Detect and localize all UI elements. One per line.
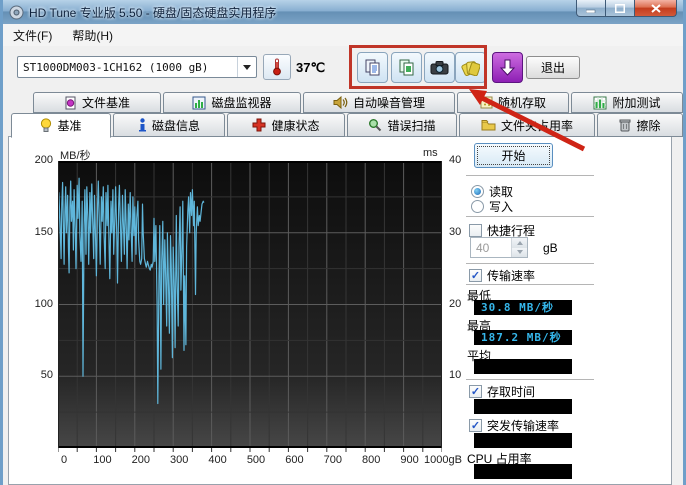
stepper-down-icon[interactable] bbox=[512, 248, 527, 258]
checkbox-checked-icon: ✓ bbox=[469, 269, 482, 282]
cpu-usage-display bbox=[474, 464, 572, 479]
menu-file[interactable]: 文件(F) bbox=[3, 24, 62, 47]
folder-icon bbox=[481, 119, 496, 131]
chevron-down-icon bbox=[237, 57, 256, 77]
update-button[interactable] bbox=[492, 52, 523, 83]
download-arrow-icon bbox=[500, 59, 515, 76]
tab-erase[interactable]: 擦除 bbox=[597, 113, 683, 137]
axis-tick-label: 30 bbox=[449, 226, 461, 238]
stepper-value: 40 bbox=[471, 238, 511, 257]
tab-random-access[interactable]: 随机存取 bbox=[457, 92, 569, 113]
stepper-up-icon[interactable] bbox=[512, 238, 527, 248]
temperature-value: 37℃ bbox=[296, 60, 325, 76]
tab-noise-management[interactable]: 自动噪音管理 bbox=[303, 92, 455, 113]
red-cross-icon bbox=[252, 118, 266, 132]
thermometer-icon bbox=[272, 58, 282, 76]
axis-tick-label: 150 bbox=[21, 226, 53, 238]
title-bar[interactable]: HD Tune 专业版 5.50 - 硬盘/固态硬盘实用程序 bbox=[3, 0, 683, 24]
minimize-button[interactable] bbox=[576, 0, 606, 17]
highlight-box bbox=[349, 45, 487, 89]
short-stroke-stepper[interactable]: 40 bbox=[470, 237, 528, 258]
axis-tick-label: 100 bbox=[21, 298, 53, 310]
tab-row-secondary: 文件基准 磁盘监视器 自动噪音管理 随机存取 附加测试 bbox=[33, 92, 683, 113]
window-title: HD Tune 专业版 5.50 - 硬盘/固态硬盘实用程序 bbox=[29, 4, 276, 21]
tab-error-scan[interactable]: 错误扫描 bbox=[347, 113, 457, 137]
drive-select[interactable]: ST1000DM003-1CH162 (1000 gB) bbox=[17, 56, 257, 78]
transfer-rate-label: 传输速率 bbox=[487, 267, 535, 284]
tab-label: 自动噪音管理 bbox=[353, 94, 425, 111]
checkbox-checked-icon: ✓ bbox=[469, 419, 482, 432]
axis-tick-label: 50 bbox=[21, 369, 53, 381]
tab-folder-usage[interactable]: 文件夹占用率 bbox=[459, 113, 595, 137]
gauge-icon bbox=[40, 118, 52, 133]
access-time-label: 存取时间 bbox=[487, 383, 535, 400]
tab-disk-info[interactable]: 磁盘信息 bbox=[113, 113, 225, 137]
tab-label: 健康状态 bbox=[271, 117, 319, 134]
burst-rate-label: 突发传输速率 bbox=[487, 417, 559, 434]
drive-select-value: ST1000DM003-1CH162 (1000 gB) bbox=[18, 61, 237, 74]
close-button[interactable] bbox=[635, 0, 677, 17]
write-radio-label: 写入 bbox=[489, 198, 513, 215]
bar-chart-icon bbox=[192, 96, 206, 110]
tab-benchmark[interactable]: 基准 bbox=[11, 113, 111, 138]
axis-tick-label: 1000gB bbox=[424, 454, 472, 466]
avg-value-display bbox=[474, 359, 572, 374]
app-window: HD Tune 专业版 5.50 - 硬盘/固态硬盘实用程序 文件(F) 帮助(… bbox=[0, 0, 686, 485]
maximize-button[interactable] bbox=[606, 0, 635, 17]
benchmark-chart bbox=[58, 161, 442, 459]
app-icon bbox=[9, 5, 24, 20]
separator bbox=[466, 175, 594, 179]
axis-tick-label: 10 bbox=[449, 369, 461, 381]
axis-tick-label: 20 bbox=[449, 298, 461, 310]
radio-on-icon bbox=[471, 185, 484, 198]
stepper-unit: gB bbox=[543, 241, 558, 255]
separator bbox=[466, 216, 594, 220]
tab-disk-monitor[interactable]: 磁盘监视器 bbox=[163, 92, 301, 113]
tab-label: 随机存取 bbox=[498, 94, 546, 111]
benchmark-page: MB/秒 ms 20015010050 40302010 01002003004… bbox=[8, 136, 672, 485]
access-time-display bbox=[474, 399, 572, 414]
trash-icon bbox=[619, 118, 631, 132]
temperature-button[interactable] bbox=[263, 54, 291, 80]
exit-button[interactable]: 退出 bbox=[526, 56, 580, 79]
burst-rate-checkbox[interactable]: ✓ 突发传输速率 bbox=[469, 417, 559, 434]
tab-label: 磁盘监视器 bbox=[211, 94, 271, 111]
radio-off-icon bbox=[471, 200, 484, 213]
tab-label: 文件夹占用率 bbox=[501, 117, 573, 134]
axis-tick-label: 200 bbox=[21, 154, 53, 166]
write-radio[interactable]: 写入 bbox=[471, 198, 513, 215]
tab-label: 基准 bbox=[57, 117, 81, 134]
speaker-icon bbox=[333, 96, 348, 109]
dice-icon bbox=[480, 96, 493, 109]
tab-row-primary: 基准 磁盘信息 健康状态 错误扫描 文件夹占用率 擦除 bbox=[11, 113, 683, 137]
burst-rate-display bbox=[474, 433, 572, 448]
tab-label: 擦除 bbox=[636, 117, 660, 134]
chart-grid-icon bbox=[593, 96, 607, 110]
tab-label: 附加测试 bbox=[612, 94, 660, 111]
info-icon bbox=[138, 118, 147, 132]
magnifier-icon bbox=[368, 118, 382, 132]
tab-label: 磁盘信息 bbox=[152, 117, 200, 134]
start-button[interactable]: 开始 bbox=[474, 143, 553, 168]
tab-extra-tests[interactable]: 附加测试 bbox=[571, 92, 683, 113]
axis-tick-label: 40 bbox=[449, 154, 461, 166]
checkbox-icon bbox=[469, 224, 482, 237]
tab-file-benchmark[interactable]: 文件基准 bbox=[33, 92, 161, 113]
toolbar: ST1000DM003-1CH162 (1000 gB) 37℃ bbox=[3, 46, 683, 92]
y-axis-unit-right: ms bbox=[423, 147, 438, 159]
min-value-display: 30.8 MB/秒 bbox=[474, 300, 572, 315]
menu-help[interactable]: 帮助(H) bbox=[62, 24, 123, 47]
file-benchmark-icon bbox=[64, 96, 77, 110]
tab-label: 错误扫描 bbox=[387, 117, 435, 134]
tab-health[interactable]: 健康状态 bbox=[227, 113, 345, 137]
checkbox-checked-icon: ✓ bbox=[469, 385, 482, 398]
transfer-rate-checkbox[interactable]: ✓ 传输速率 bbox=[469, 267, 535, 284]
tab-label: 文件基准 bbox=[82, 94, 130, 111]
access-time-checkbox[interactable]: ✓ 存取时间 bbox=[469, 383, 535, 400]
menu-bar: 文件(F) 帮助(H) bbox=[3, 24, 683, 47]
max-value-display: 187.2 MB/秒 bbox=[474, 330, 572, 345]
